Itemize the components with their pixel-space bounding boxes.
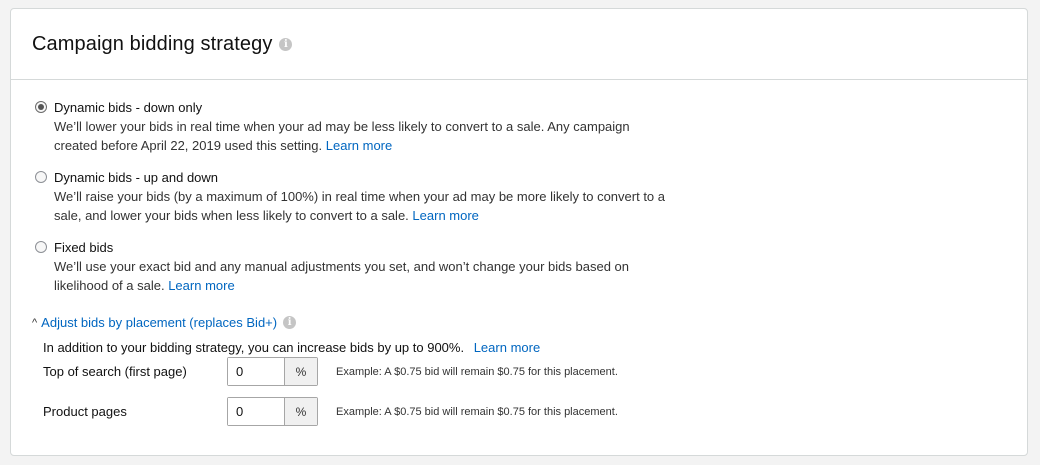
card-title: Campaign bidding strategy	[32, 32, 273, 55]
radio-fixed-bids[interactable]	[35, 241, 47, 253]
percent-input-group: %	[227, 357, 318, 386]
option-description-text: We’ll raise your bids (by a maximum of 1…	[54, 189, 666, 223]
adjust-description-text: In addition to your bidding strategy, yo…	[43, 340, 465, 355]
placement-row-product-pages: Product pages % Example: A $0.75 bid wil…	[43, 397, 618, 426]
card-title-row: Campaign bidding strategy i	[32, 32, 293, 56]
strategy-option-down-only: Dynamic bids - down only We’ll lower you…	[35, 99, 675, 155]
placement-example: Example: A $0.75 bid will remain $0.75 f…	[336, 365, 618, 378]
top-of-search-percent-input[interactable]	[228, 358, 284, 385]
learn-more-link[interactable]: Learn more	[326, 138, 392, 153]
option-body: Fixed bids We’ll use your exact bid and …	[54, 239, 675, 295]
adjust-bids-toggle[interactable]: ^ Adjust bids by placement (replaces Bid…	[32, 315, 297, 330]
strategy-option-up-and-down: Dynamic bids - up and down We’ll raise y…	[35, 169, 675, 225]
option-label[interactable]: Fixed bids	[54, 239, 675, 256]
placement-row-top-of-search: Top of search (first page) % Example: A …	[43, 357, 618, 386]
product-pages-percent-input[interactable]	[228, 398, 284, 425]
radio-dynamic-up-and-down[interactable]	[35, 171, 47, 183]
option-body: Dynamic bids - down only We’ll lower you…	[54, 99, 675, 155]
bidding-strategy-card: Campaign bidding strategy i Dynamic bids…	[10, 8, 1028, 456]
info-icon[interactable]: i	[283, 316, 297, 329]
placement-label: Product pages	[43, 404, 127, 419]
strategy-options: Dynamic bids - down only We’ll lower you…	[35, 99, 675, 309]
learn-more-link[interactable]: Learn more	[168, 278, 234, 293]
percent-suffix: %	[284, 398, 317, 425]
card-header: Campaign bidding strategy i	[11, 9, 1027, 80]
option-description-text: We’ll use your exact bid and any manual …	[54, 259, 629, 293]
percent-suffix: %	[284, 358, 317, 385]
placement-example: Example: A $0.75 bid will remain $0.75 f…	[336, 405, 618, 418]
adjust-description: In addition to your bidding strategy, yo…	[43, 340, 540, 355]
adjust-bids-label[interactable]: Adjust bids by placement (replaces Bid+)	[41, 315, 277, 330]
option-description: We’ll lower your bids in real time when …	[54, 117, 675, 155]
option-description: We’ll use your exact bid and any manual …	[54, 257, 675, 295]
strategy-option-fixed: Fixed bids We’ll use your exact bid and …	[35, 239, 675, 295]
option-label[interactable]: Dynamic bids - down only	[54, 99, 675, 116]
option-description: We’ll raise your bids (by a maximum of 1…	[54, 187, 675, 225]
learn-more-link[interactable]: Learn more	[474, 340, 540, 355]
placement-label: Top of search (first page)	[43, 364, 187, 379]
option-label[interactable]: Dynamic bids - up and down	[54, 169, 675, 186]
info-icon[interactable]: i	[279, 37, 293, 51]
percent-input-group: %	[227, 397, 318, 426]
option-body: Dynamic bids - up and down We’ll raise y…	[54, 169, 675, 225]
chevron-up-icon: ^	[32, 316, 38, 329]
learn-more-link[interactable]: Learn more	[412, 208, 478, 223]
radio-dynamic-down-only[interactable]	[35, 101, 47, 113]
